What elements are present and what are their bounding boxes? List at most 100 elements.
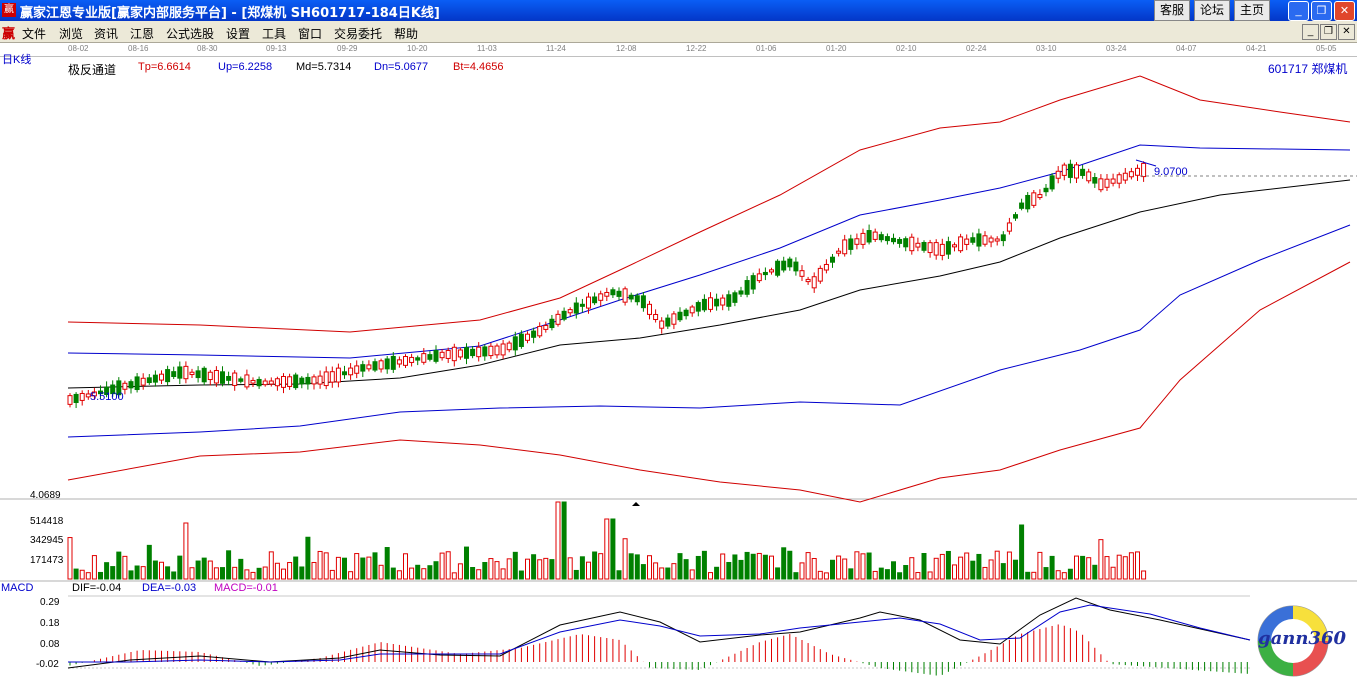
volume-bar: [323, 552, 329, 580]
candle-body: [927, 242, 933, 254]
volume-bar: [921, 553, 927, 580]
candle-body: [799, 270, 805, 277]
candle-body: [1104, 178, 1110, 188]
candle-body: [1049, 175, 1055, 190]
volume-bar: [116, 551, 122, 580]
volume-bar: [677, 553, 683, 580]
macd-value: MACD=-0.01: [214, 582, 278, 594]
volume-bar: [616, 570, 622, 580]
volume-bar: [1061, 572, 1067, 580]
candle-body: [872, 231, 878, 240]
volume-bar: [1086, 557, 1092, 580]
candle-body: [836, 250, 842, 254]
volume-bar: [518, 570, 524, 580]
volume-bar: [1074, 555, 1079, 580]
stock-chart[interactable]: [0, 0, 1357, 679]
volume-bar: [73, 568, 79, 580]
volume-bar: [226, 550, 232, 580]
volume-bar: [171, 571, 177, 580]
volume-bar: [122, 555, 128, 580]
volume-bar: [165, 566, 171, 580]
volume-bar: [799, 562, 805, 580]
candle-body: [1019, 202, 1025, 209]
candle-body: [421, 353, 427, 363]
volume-bar: [427, 565, 433, 580]
volume-bar: [592, 551, 598, 580]
candle-body: [317, 375, 323, 385]
up-value: Up=6.2258: [218, 61, 273, 73]
candle-body: [1043, 187, 1049, 193]
indicator-name: 极反通道: [68, 63, 117, 77]
candle-body: [1025, 194, 1031, 210]
volume-bar: [439, 552, 445, 580]
dn-value: Dn=5.0677: [374, 61, 429, 73]
volume-bar: [598, 553, 604, 580]
volume-bar: [262, 566, 268, 580]
volume-bar: [579, 556, 585, 580]
volume-bar: [756, 552, 762, 580]
candle-body: [720, 297, 726, 306]
volume-bar: [769, 555, 774, 580]
volume-bar: [213, 567, 219, 580]
candle-body: [323, 371, 329, 387]
candle-body: [1000, 234, 1006, 242]
volume-bar: [67, 537, 73, 580]
volume-bar: [159, 561, 164, 580]
candle-body: [640, 295, 646, 309]
logo-text: gann360: [1258, 628, 1346, 649]
candle-body: [897, 238, 903, 244]
candle-body: [683, 309, 689, 317]
candle-body: [1067, 163, 1073, 178]
candle-body: [348, 367, 354, 376]
volume-bar: [927, 571, 933, 580]
candle-body: [671, 313, 677, 325]
candle-body: [506, 342, 512, 351]
candle-body: [268, 380, 274, 385]
volume-bar: [1043, 567, 1049, 580]
candle-body: [409, 356, 415, 363]
candle-body: [592, 296, 598, 304]
volume-bar: [207, 560, 213, 580]
volume-bar: [293, 556, 299, 580]
candle-body: [79, 392, 85, 401]
candle-body: [604, 291, 610, 297]
volume-bar: [91, 555, 97, 580]
volume-bar: [134, 565, 140, 580]
volume-bar: [787, 550, 793, 580]
candle-body: [213, 369, 219, 384]
volume-tick: 171473: [30, 555, 64, 566]
candle-body: [427, 354, 433, 360]
volume-bar: [201, 557, 207, 580]
volume-bar: [244, 569, 250, 580]
candle-body: [994, 238, 1000, 242]
candle-body: [390, 355, 396, 370]
candle-body: [134, 376, 140, 391]
volume-bar: [1116, 554, 1122, 580]
candle-body: [769, 269, 774, 273]
volume-bar: [476, 569, 482, 580]
candle-body: [616, 290, 622, 297]
candle-body: [830, 256, 835, 263]
volume-bar: [860, 553, 866, 580]
volume-bar: [287, 562, 293, 580]
volume-bar: [348, 571, 354, 580]
volume-bar: [750, 553, 756, 580]
candle-body: [67, 395, 73, 405]
candle-body: [128, 381, 134, 389]
volume-bar: [311, 561, 317, 580]
volume-bar: [360, 557, 366, 580]
channel-dn-line: [67, 224, 1351, 438]
candle-body: [378, 360, 384, 370]
candle-body: [220, 371, 225, 384]
volume-bar: [299, 566, 305, 580]
candle-body: [1141, 162, 1147, 178]
candle-body: [775, 260, 781, 276]
volume-bar: [878, 567, 884, 580]
volume-bar: [232, 566, 238, 580]
candle-body: [543, 325, 549, 330]
volume-bar: [939, 553, 945, 580]
volume-bar: [708, 572, 713, 580]
volume-tick: 4.0689: [30, 490, 61, 501]
candle-body: [183, 365, 189, 380]
volume-bar: [976, 553, 982, 580]
